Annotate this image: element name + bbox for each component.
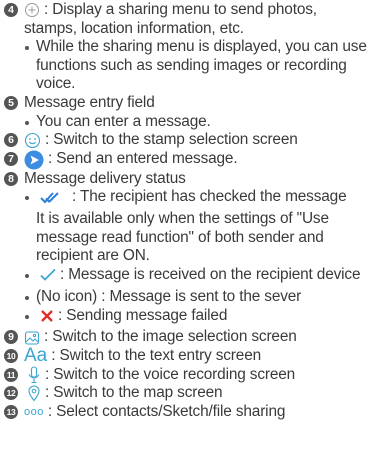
double-check-icon: [40, 191, 68, 205]
item-text: : Switch to the voice recording screen: [45, 365, 296, 383]
cross-icon: [40, 309, 54, 323]
number-badge: 5: [4, 95, 18, 110]
number-badge: 9: [4, 330, 18, 345]
bullet-line: : Sending message failed: [0, 307, 384, 329]
number-badge: 10: [4, 348, 18, 363]
item-text: : Message is received on the recipient d…: [60, 266, 361, 284]
map-pin-icon: [27, 384, 41, 402]
item-text: Message entry field: [24, 93, 155, 111]
bullet-line: : The recipient has checked the message: [0, 188, 384, 210]
send-arrow-icon: [24, 150, 44, 170]
item-text: : Switch to the map screen: [45, 384, 223, 402]
item-7: 7 : Send an entered message.: [0, 150, 384, 170]
bullet-line: You can enter a message.: [0, 113, 384, 132]
bullet-continuation: functions such as sending images or reco…: [36, 56, 347, 74]
bullet-continuation: recipient are ON.: [36, 247, 150, 265]
item-text: : The recipient has checked the message: [72, 188, 347, 206]
number-badge: 12: [4, 386, 18, 401]
number-badge: 8: [4, 171, 18, 186]
item-8: 8 Message delivery status: [0, 170, 384, 189]
plus-circle-icon: [24, 2, 40, 18]
item-text: : Sending message failed: [58, 306, 228, 324]
text-size-icon: Aa: [24, 344, 48, 366]
item-text-continuation: stamps, location information, etc.: [24, 19, 244, 37]
manual-page: 4 : Display a sharing menu to send photo…: [0, 0, 384, 421]
smiley-icon: [24, 132, 41, 149]
item-13: 13 ooo : Select contacts/Sketch/file sha…: [0, 403, 384, 422]
item-text: : Select contacts/Sketch/file sharing: [47, 402, 286, 420]
item-10: 10 Aa : Switch to the text entry screen: [0, 344, 384, 366]
item-6: 6 : Switch to the stamp selection screen: [0, 131, 384, 150]
bullet-line: While the sharing menu is displayed, you…: [0, 38, 384, 57]
item-5: 5 Message entry field: [0, 94, 384, 113]
item-4: 4 : Display a sharing menu to send photo…: [0, 1, 384, 20]
item-9: 9 : Switch to the image selection screen: [0, 328, 384, 347]
item-11: 11 : Switch to the voice recording scree…: [0, 366, 384, 385]
bullet-continuation: voice.: [36, 75, 76, 93]
image-icon: [24, 330, 40, 346]
item-text: : Send an entered message.: [48, 150, 238, 168]
item-12: 12 : Switch to the map screen: [0, 384, 384, 403]
number-badge: 6: [4, 133, 18, 148]
bullet-continuation: It is available only when the settings o…: [36, 210, 329, 228]
more-dots-icon: ooo: [24, 405, 44, 418]
item-text: : Switch to the image selection screen: [44, 328, 297, 346]
bullet-continuation: message read function" of both sender an…: [36, 228, 324, 246]
number-badge: 4: [4, 3, 18, 17]
number-badge: 13: [4, 404, 18, 419]
item-text: : Display a sharing menu to send photos,: [44, 1, 317, 18]
bullet-line: (No icon) : Message is sent to the sever: [0, 288, 384, 307]
bullet-line: : Message is received on the recipient d…: [0, 266, 384, 288]
item-text: Message delivery status: [24, 169, 186, 187]
item-text: : Switch to the stamp selection screen: [45, 131, 298, 149]
check-icon: [40, 268, 56, 282]
number-badge: 7: [4, 151, 18, 166]
item-text: : Switch to the text entry screen: [51, 346, 262, 364]
microphone-icon: [27, 366, 41, 384]
number-badge: 11: [4, 367, 18, 382]
